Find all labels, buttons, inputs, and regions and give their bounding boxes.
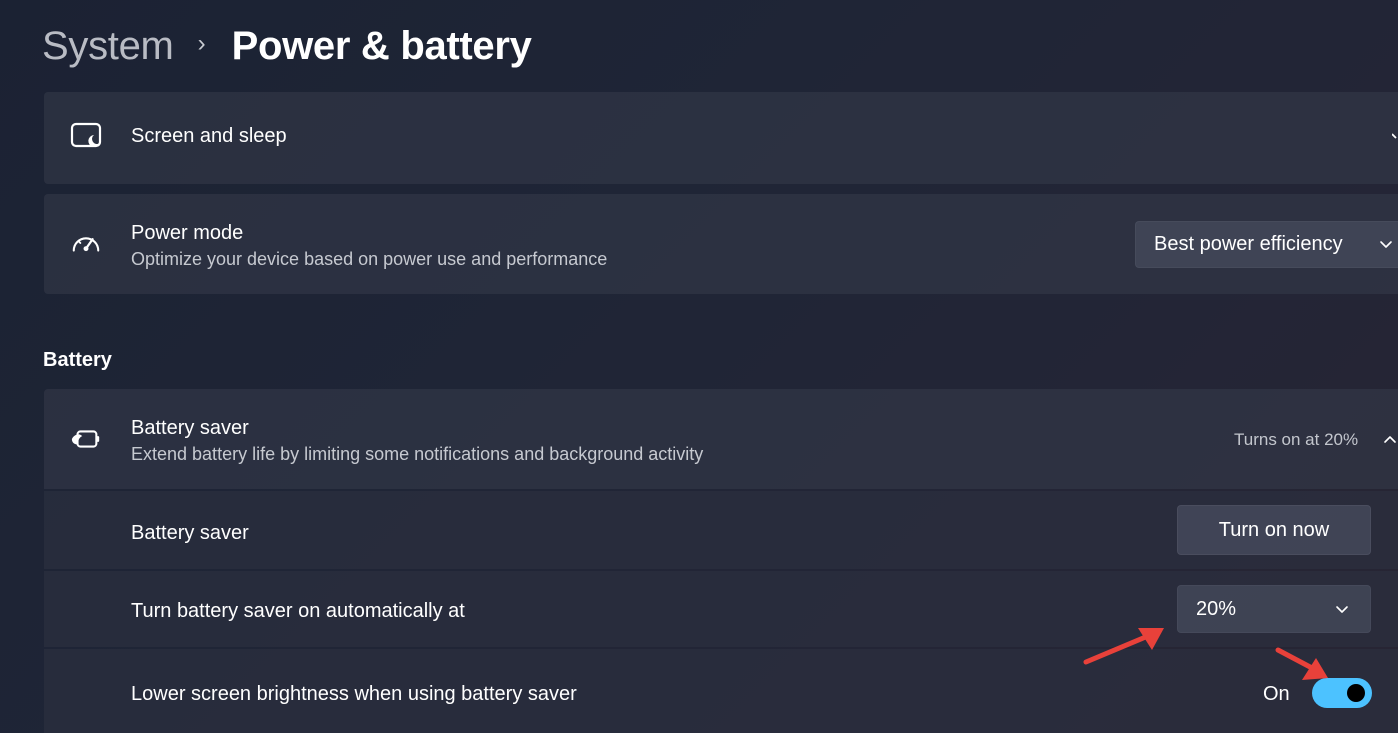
auto-turn-on-title: Turn battery saver on automatically at (131, 600, 465, 622)
breadcrumb-separator: › (197, 30, 206, 57)
battery-saver-row-title: Battery saver (131, 522, 249, 544)
chevron-down-icon (1334, 601, 1350, 622)
power-mode-dropdown[interactable]: Best power efficiency (1135, 221, 1398, 268)
auto-turn-on-dropdown[interactable]: 20% (1177, 585, 1371, 633)
speedometer-icon (70, 227, 102, 259)
battery-saver-status: Turns on at 20% (1234, 430, 1359, 449)
screen-and-sleep-card[interactable]: Screen and sleep (44, 92, 1398, 184)
lower-brightness-title: Lower screen brightness when using batte… (131, 683, 577, 705)
battery-saver-title: Battery saver (131, 417, 249, 439)
power-mode-selected: Best power efficiency (1154, 233, 1343, 255)
auto-turn-on-selected: 20% (1196, 597, 1237, 620)
turn-on-now-button[interactable]: Turn on now (1177, 505, 1371, 555)
battery-saver-icon (70, 423, 102, 455)
chevron-down-icon (1378, 236, 1394, 257)
battery-saver-expander[interactable]: Battery saver Extend battery life by lim… (44, 389, 1398, 489)
lower-brightness-row: Lower screen brightness when using batte… (44, 649, 1398, 733)
screen-and-sleep-title: Screen and sleep (131, 125, 287, 147)
breadcrumb: System › Power & battery (42, 20, 532, 72)
battery-saver-subtitle: Extend battery life by limiting some not… (131, 444, 704, 464)
annotation-arrow-icon (1272, 644, 1332, 689)
chevron-up-icon[interactable] (1383, 432, 1397, 451)
page-title: Power & battery (231, 23, 532, 68)
annotation-arrow-icon (1082, 624, 1168, 673)
power-mode-title: Power mode (131, 222, 244, 244)
battery-section-heading: Battery (43, 349, 112, 371)
toggle-knob (1347, 684, 1365, 702)
power-mode-subtitle: Optimize your device based on power use … (131, 249, 608, 269)
chevron-down-icon[interactable] (1391, 130, 1398, 148)
screen-sleep-icon (70, 120, 102, 152)
breadcrumb-system-link[interactable]: System (42, 24, 174, 69)
